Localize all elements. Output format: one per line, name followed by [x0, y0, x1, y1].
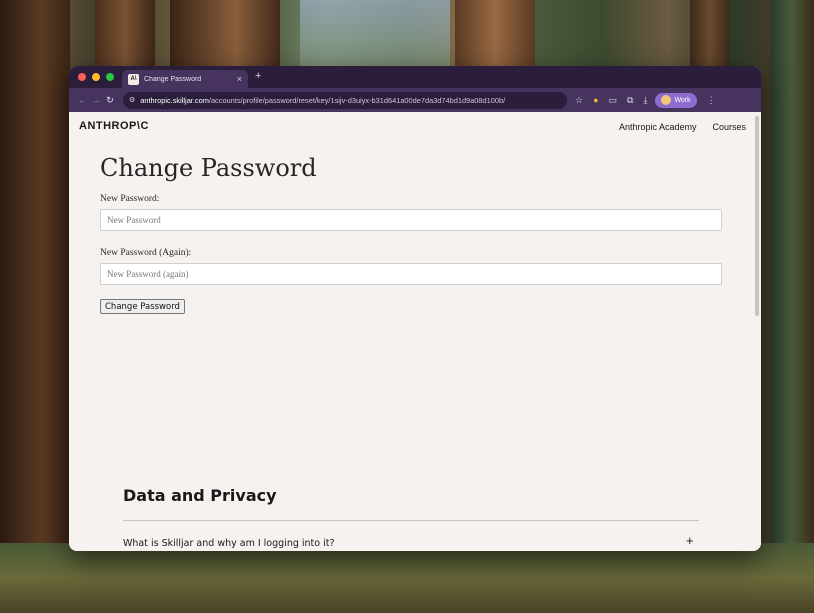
extension-icon[interactable]: ●	[593, 95, 598, 105]
tab-title: Change Password	[144, 75, 202, 83]
cast-icon[interactable]: ▭	[609, 95, 618, 106]
page-title: Change Password	[100, 154, 317, 182]
new-password-field[interactable]	[100, 209, 722, 231]
url-text: anthropic.skilljar.com/accounts/profile/…	[140, 96, 505, 105]
url-path: /accounts/profile/password/reset/key/1si…	[208, 95, 506, 105]
scrollbar[interactable]	[755, 116, 759, 316]
new-password-again-label: New Password (Again):	[100, 248, 192, 258]
expand-plus-icon[interactable]: +	[686, 533, 694, 548]
window-controls	[78, 73, 114, 81]
tab-close-icon[interactable]: ×	[237, 74, 242, 84]
reload-icon[interactable]: ↻	[103, 95, 117, 106]
browser-window: A\ Change Password × + ← → ↻ ⚙ anthropic…	[69, 66, 761, 551]
address-bar[interactable]: ⚙ anthropic.skilljar.com/accounts/profil…	[123, 91, 567, 109]
faq-question[interactable]: What is Skilljar and why am I logging in…	[123, 538, 335, 549]
puzzle-icon[interactable]: ⧉	[627, 95, 633, 106]
new-tab-button[interactable]: +	[255, 70, 261, 82]
new-password-label: New Password:	[100, 194, 160, 204]
nav-anthropic-academy[interactable]: Anthropic Academy	[619, 122, 697, 132]
site-info-icon[interactable]: ⚙	[129, 96, 135, 104]
page-content: ANTHROP\C Anthropic Academy Courses Chan…	[69, 112, 761, 551]
profile-button[interactable]: Work	[655, 92, 697, 108]
tab-bar: A\ Change Password × +	[69, 66, 761, 88]
site-header: ANTHROP\C Anthropic Academy Courses	[69, 112, 761, 140]
anthropic-logo[interactable]: ANTHROP\C	[79, 120, 149, 132]
forward-arrow-icon[interactable]: →	[89, 95, 103, 105]
anthropic-favicon-icon: A\	[128, 73, 139, 85]
change-password-button[interactable]: Change Password	[100, 299, 185, 314]
data-privacy-heading: Data and Privacy	[123, 486, 277, 505]
new-password-again-field[interactable]	[100, 263, 722, 285]
tab-change-password[interactable]: A\ Change Password ×	[122, 70, 248, 88]
maximize-window-button[interactable]	[106, 73, 114, 81]
kebab-menu-icon[interactable]: ⋮	[707, 95, 716, 106]
profile-label: Work	[674, 96, 691, 104]
back-arrow-icon[interactable]: ←	[75, 95, 89, 105]
nav-courses[interactable]: Courses	[712, 122, 746, 132]
avatar	[661, 95, 672, 105]
download-icon[interactable]: ⤓	[643, 95, 647, 106]
url-host: anthropic.skilljar.com	[140, 95, 209, 105]
site-nav: Anthropic Academy Courses	[619, 122, 746, 132]
star-icon[interactable]: ☆	[575, 95, 583, 106]
close-window-button[interactable]	[78, 73, 86, 81]
minimize-window-button[interactable]	[92, 73, 100, 81]
divider	[123, 520, 699, 521]
browser-toolbar: ← → ↻ ⚙ anthropic.skilljar.com/accounts/…	[69, 88, 761, 112]
